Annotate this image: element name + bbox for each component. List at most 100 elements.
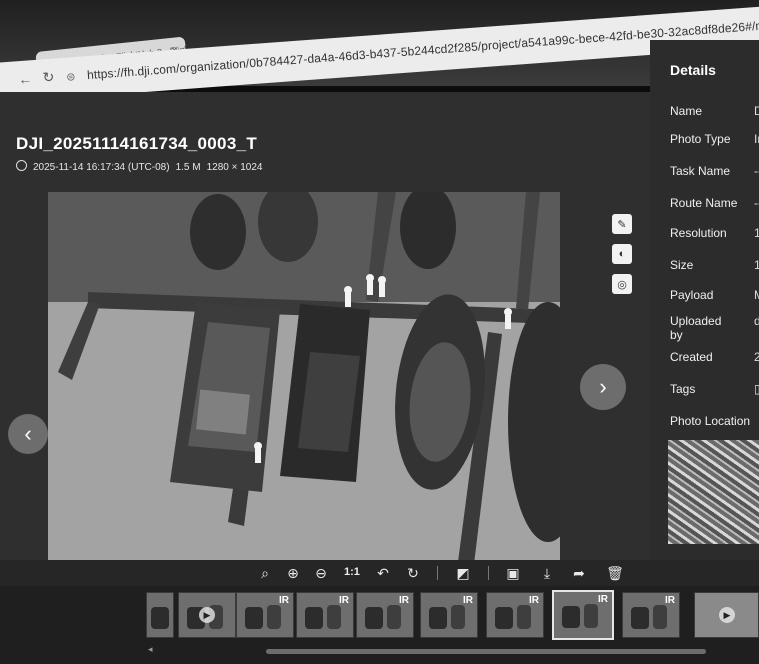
ir-badge: IR — [529, 595, 539, 606]
detail-label: Photo Type — [670, 132, 731, 146]
play-icon: ▶ — [199, 607, 215, 623]
thumb-image — [653, 605, 667, 629]
filmstrip-thumb[interactable]: ▶ — [694, 592, 759, 638]
thumb-image — [451, 605, 465, 629]
filmstrip-thumb[interactable]: ▶ — [178, 592, 236, 638]
rotate-right-icon[interactable]: ↻ — [404, 564, 422, 582]
detail-label: Created — [670, 350, 713, 364]
thumb-image — [267, 605, 281, 629]
contrast-icon[interactable]: ◩ — [454, 564, 472, 582]
image-adjust-icon[interactable]: ▣ — [504, 564, 522, 582]
scroll-left-icon[interactable]: ◂ — [148, 644, 153, 655]
photo-resolution: 1280 × 1024 — [206, 162, 263, 173]
download-icon[interactable]: ⤓ — [538, 564, 556, 582]
detail-row-task-name: Task Name -- — [670, 164, 759, 178]
detail-row-photo-location: Photo Location — [670, 414, 750, 428]
annotate-icon[interactable]: ✎ — [612, 214, 632, 234]
detail-value: D — [754, 104, 759, 118]
back-icon[interactable]: ← — [15, 70, 36, 87]
previous-photo-button[interactable]: ‹ — [8, 414, 48, 454]
thumb-image — [151, 607, 169, 629]
tag-edit-icon[interactable]: ▯ — [754, 382, 759, 396]
thumb-image — [387, 605, 401, 629]
compare-icon[interactable]: ◐ — [612, 244, 632, 264]
zoom-in-icon[interactable]: ⊕ — [284, 564, 302, 582]
photo-header: DJI_20251114161734_0003_T 2025-11-14 16:… — [16, 134, 268, 173]
detail-row-photo-type: Photo Type In — [670, 132, 759, 146]
chevron-right-icon: › — [599, 374, 607, 399]
detail-label: Task Name — [670, 164, 731, 178]
detail-row-tags: Tags ▯ — [670, 382, 759, 396]
measure-icon[interactable]: ◎ — [612, 274, 632, 294]
next-photo-button[interactable]: › — [580, 364, 626, 410]
detail-value: 1 — [754, 226, 759, 240]
detail-row-name: Name D — [670, 104, 759, 118]
filmstrip-thumb[interactable]: IR — [356, 592, 414, 638]
detail-label: Size — [670, 258, 694, 272]
zoom-out-icon[interactable]: ⊖ — [312, 564, 330, 582]
reload-icon[interactable]: ↻ — [38, 68, 59, 86]
detail-row-resolution: Resolution 1 — [670, 226, 759, 240]
detail-value: dj — [754, 314, 759, 328]
detail-label: Uploaded by — [670, 314, 722, 342]
ir-badge: IR — [598, 594, 608, 605]
ir-badge: IR — [665, 595, 675, 606]
detail-value: 2 — [754, 350, 759, 364]
ir-badge: IR — [463, 595, 473, 606]
thumb-image — [517, 605, 531, 629]
media-viewer: DJI_20251114161734_0003_T 2025-11-14 16:… — [0, 92, 650, 652]
filmstrip-thumb[interactable]: IR — [486, 592, 544, 638]
detail-label: Tags — [670, 382, 696, 396]
viewer-toolbar: ⌕ ⊕ ⊖ 1:1 ↶ ↻ ◩ ▣ ⤓ ➦ 🗑 — [0, 560, 759, 586]
thumb-image — [245, 607, 263, 629]
detail-label: Resolution — [670, 226, 727, 240]
photo-meta: 2025-11-14 16:17:34 (UTC-08) 1.5 M 1280 × … — [16, 160, 268, 173]
toolbar-divider — [488, 566, 489, 580]
filmstrip-scrollbar[interactable] — [266, 649, 706, 654]
thumb-image — [495, 607, 513, 629]
detail-label: Photo Location — [670, 414, 751, 428]
detail-value: 1. — [754, 258, 759, 272]
thumb-image — [584, 604, 598, 628]
thumb-image — [365, 607, 383, 629]
thumb-image — [305, 607, 323, 629]
filmstrip-thumb[interactable]: IR — [420, 592, 478, 638]
filmstrip: ▶ IR IR IR IR IR IR IR ▶ ◂ — [0, 586, 759, 664]
details-panel: Details Name D Photo Type In Task Name -… — [650, 40, 759, 560]
annotation-tools: ✎ ◐ ◎ — [612, 214, 632, 304]
ir-badge: IR — [399, 595, 409, 606]
detail-row-created: Created 2 — [670, 350, 759, 364]
zoom-fit-icon[interactable]: ⌕ — [256, 564, 274, 582]
site-info-icon[interactable]: ⊜ — [61, 70, 80, 84]
photo-location-map[interactable] — [668, 440, 759, 544]
thumb-image — [327, 605, 341, 629]
filmstrip-thumb[interactable]: IR — [296, 592, 354, 638]
ir-badge: IR — [279, 595, 289, 606]
details-heading: Details — [670, 62, 716, 78]
photo-title: DJI_20251114161734_0003_T — [16, 134, 258, 153]
filmstrip-thumb[interactable]: IR — [622, 592, 680, 638]
detail-label: Payload — [670, 288, 714, 302]
detail-value: In — [754, 132, 759, 146]
photo-size: 1.5 M — [175, 162, 201, 173]
ir-badge: IR — [339, 595, 349, 606]
detail-value: -- — [754, 196, 759, 210]
rotate-left-icon[interactable]: ↶ — [374, 564, 392, 582]
detail-value: -- — [754, 164, 759, 178]
filmstrip-thumb-selected[interactable]: IR — [552, 590, 614, 640]
photo-timestamp: 2025-11-14 16:17:34 (UTC-08) — [33, 162, 170, 173]
clock-icon — [16, 160, 27, 171]
thumb-image — [631, 607, 649, 629]
filmstrip-thumb[interactable] — [146, 592, 174, 638]
detail-row-route-name: Route Name -- — [670, 196, 759, 210]
detail-row-uploaded-by: Uploaded by dj — [670, 314, 759, 342]
share-icon[interactable]: ➦ — [570, 564, 588, 582]
delete-icon[interactable]: 🗑 — [606, 564, 624, 582]
zoom-actual-size-button[interactable]: 1:1 — [344, 566, 360, 578]
thumb-image — [562, 606, 580, 628]
detail-row-size: Size 1. — [670, 258, 759, 272]
thumb-image — [429, 607, 447, 629]
detail-value: M — [754, 288, 759, 302]
toolbar-divider — [437, 566, 438, 580]
filmstrip-thumb[interactable]: IR — [236, 592, 294, 638]
